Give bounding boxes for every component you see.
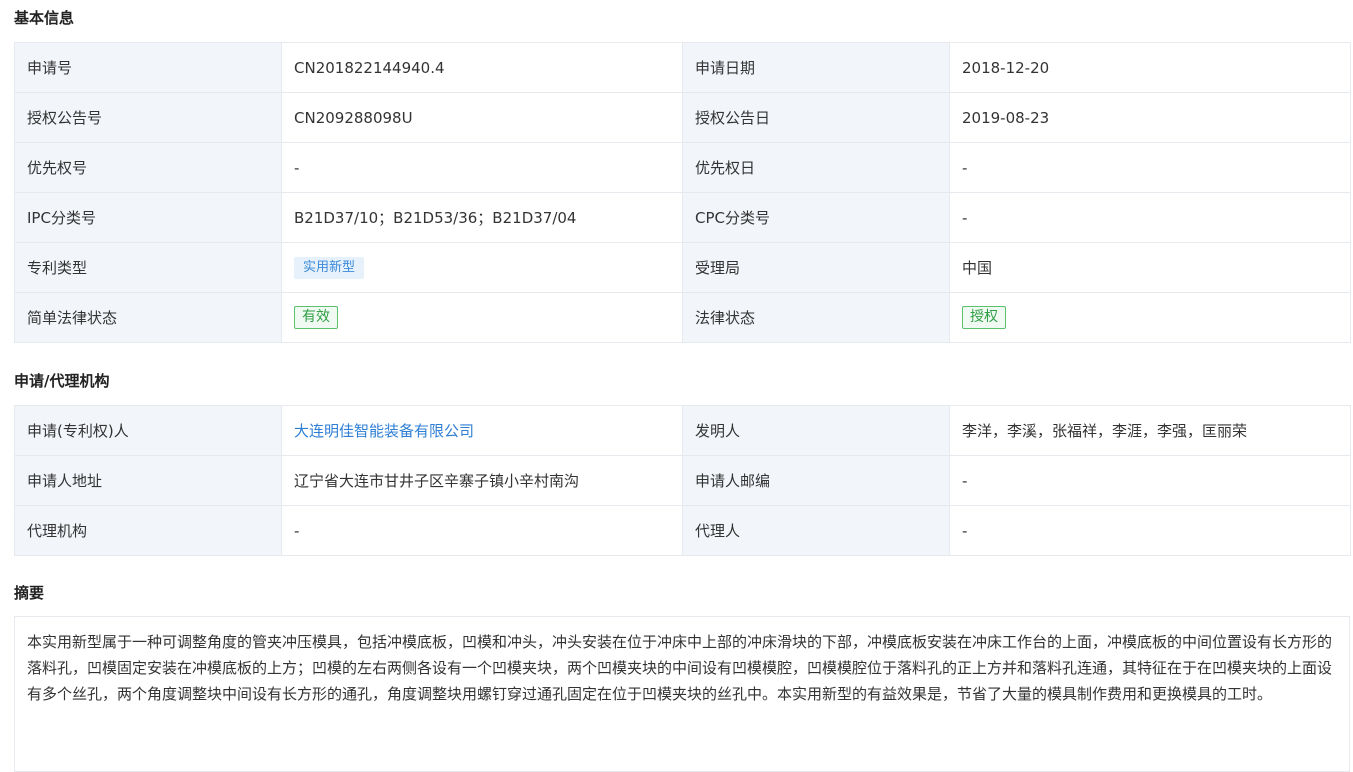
table-row: 专利类型 实用新型 受理局 中国 [14, 242, 1351, 293]
field-label: 授权公告日 [682, 92, 950, 143]
field-value: 授权 [949, 292, 1351, 343]
field-label: 优先权号 [14, 142, 282, 193]
field-value: CN209288098U [281, 92, 683, 143]
field-label: CPC分类号 [682, 192, 950, 243]
field-value: 有效 [281, 292, 683, 343]
field-label: 法律状态 [682, 292, 950, 343]
field-value: 2019-08-23 [949, 92, 1351, 143]
table-row: 申请(专利权)人 大连明佳智能装备有限公司 发明人 李洋，李溪，张福祥，李涯，李… [14, 405, 1351, 456]
field-value: 2018-12-20 [949, 42, 1351, 93]
applicant-link[interactable]: 大连明佳智能装备有限公司 [294, 422, 474, 440]
field-value: B21D37/10；B21D53/36；B21D37/04 [281, 192, 683, 243]
field-value: - [281, 142, 683, 193]
field-value: 中国 [949, 242, 1351, 293]
table-row: 优先权号 - 优先权日 - [14, 142, 1351, 193]
table-row: 代理机构 - 代理人 - [14, 505, 1351, 556]
field-value: - [281, 505, 683, 556]
field-label: 专利类型 [14, 242, 282, 293]
table-row: 申请人地址 辽宁省大连市甘井子区辛寨子镇小辛村南沟 申请人邮编 - [14, 455, 1351, 506]
table-row: IPC分类号 B21D37/10；B21D53/36；B21D37/04 CPC… [14, 192, 1351, 243]
field-label: 申请日期 [682, 42, 950, 93]
field-label: 申请号 [14, 42, 282, 93]
section-title-abstract: 摘要 [14, 584, 45, 602]
section-title-agency: 申请/代理机构 [14, 372, 110, 390]
table-row: 授权公告号 CN209288098U 授权公告日 2019-08-23 [14, 92, 1351, 143]
abstract-text: 本实用新型属于一种可调整角度的管夹冲压模具，包括冲模底板，凹模和冲头，冲头安装在… [14, 616, 1350, 772]
field-label: IPC分类号 [14, 192, 282, 243]
field-label: 优先权日 [682, 142, 950, 193]
field-label: 受理局 [682, 242, 950, 293]
field-label: 发明人 [682, 405, 950, 456]
field-value: 辽宁省大连市甘井子区辛寨子镇小辛村南沟 [281, 455, 683, 506]
field-label: 授权公告号 [14, 92, 282, 143]
field-value: - [949, 142, 1351, 193]
field-label: 申请人邮编 [682, 455, 950, 506]
table-row: 申请号 CN201822144940.4 申请日期 2018-12-20 [14, 42, 1351, 93]
field-value: 大连明佳智能装备有限公司 [281, 405, 683, 456]
field-label: 简单法律状态 [14, 292, 282, 343]
basic-info-table: 申请号 CN201822144940.4 申请日期 2018-12-20 授权公… [14, 42, 1351, 343]
simple-legal-status-badge: 有效 [294, 306, 338, 329]
field-value: 李洋，李溪，张福祥，李涯，李强，匡丽荣 [949, 405, 1351, 456]
field-value: - [949, 192, 1351, 243]
field-label: 代理机构 [14, 505, 282, 556]
table-row: 简单法律状态 有效 法律状态 授权 [14, 292, 1351, 343]
field-value: - [949, 505, 1351, 556]
field-value: CN201822144940.4 [281, 42, 683, 93]
field-value: - [949, 455, 1351, 506]
patent-type-badge: 实用新型 [294, 256, 365, 279]
field-value: 实用新型 [281, 242, 683, 293]
section-title-basic-info: 基本信息 [14, 9, 75, 27]
field-label: 代理人 [682, 505, 950, 556]
field-label: 申请人地址 [14, 455, 282, 506]
agency-info-table: 申请(专利权)人 大连明佳智能装备有限公司 发明人 李洋，李溪，张福祥，李涯，李… [14, 405, 1351, 556]
field-label: 申请(专利权)人 [14, 405, 282, 456]
legal-status-badge: 授权 [962, 306, 1006, 329]
